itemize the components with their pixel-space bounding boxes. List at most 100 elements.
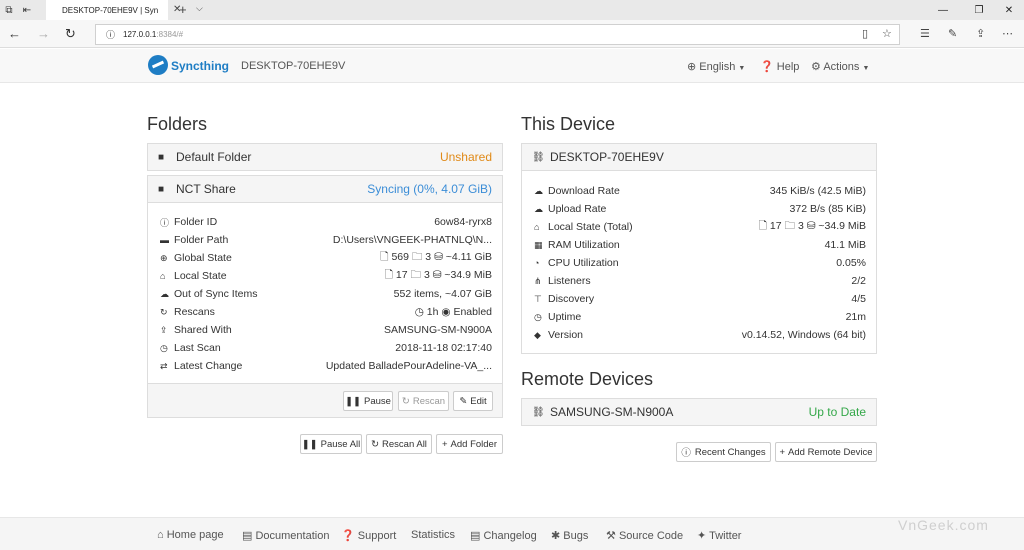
wrench-icon: ⚒ <box>606 530 616 542</box>
rescan-button[interactable]: ↻ Rescan <box>398 391 449 411</box>
desktop-icon: ⛓ <box>532 406 545 418</box>
out-of-sync-link[interactable]: 552 items, ~4.07 GiB <box>394 288 492 300</box>
folder-name: NCT Share <box>176 182 236 196</box>
share-icon[interactable]: ⇪ <box>976 27 985 40</box>
syncthing-logo-icon[interactable] <box>148 55 168 75</box>
favorite-star-icon[interactable]: ☆ <box>882 27 892 40</box>
cloud-icon: ☁ <box>160 288 169 299</box>
maximize-icon[interactable]: ❐ <box>962 0 996 20</box>
dashboard-icon: ◔ <box>534 258 540 268</box>
this-device-header[interactable]: ⛓ DESKTOP-70EHE9V <box>522 144 876 171</box>
caret-down-icon: ▼ <box>738 65 746 72</box>
signpost-icon: ⊤ <box>534 293 542 304</box>
this-device-panel: ⛓ DESKTOP-70EHE9V ☁ Download Rate 345 KiB/… <box>521 143 877 354</box>
twitter-icon: ✦ <box>697 530 707 542</box>
refresh-icon: ↻ <box>160 306 168 317</box>
recent-changes-button[interactable]: ⓘ Recent Changes <box>676 442 771 462</box>
twitter-link[interactable]: ✦ Twitter <box>697 529 741 542</box>
folder-status: Syncing (0%, 4.07 GiB) <box>367 182 492 196</box>
more-menu-icon[interactable]: ⋯ <box>1002 27 1013 40</box>
default-folder-panel[interactable]: ■ Default Folder Unshared <box>147 143 503 171</box>
question-circle-icon: ❓ <box>341 530 355 542</box>
favorites-list-icon[interactable]: ☰ <box>920 27 930 40</box>
pause-all-button[interactable]: ❚❚ Pause All <box>300 434 362 454</box>
tab-actions-icon[interactable]: ⧉ <box>0 0 18 20</box>
statistics-link[interactable]: Statistics <box>411 529 455 541</box>
local-state-row: ⌂ Local State 🗋 17 🗀 3 ⛁ ~34.9 MiB <box>160 269 492 282</box>
minimize-icon[interactable]: — <box>926 0 960 20</box>
local-state-total-row: ⌂ Local State (Total) 🗋 17 🗀 3 ⛁ ~34.9 MiB <box>534 220 866 233</box>
uptime-row: ◷ Uptime 21m <box>534 311 866 323</box>
bug-icon: ✱ <box>551 530 561 542</box>
refresh-icon: ↻ <box>401 395 410 407</box>
support-link[interactable]: ❓ Support <box>341 529 396 542</box>
refresh-icon[interactable]: ↻ <box>65 26 76 42</box>
navbar-device-name: DESKTOP-70EHE9V <box>241 60 346 72</box>
edit-button[interactable]: ✎ Edit <box>453 391 493 411</box>
sitemap-icon: ⛓ <box>532 151 545 163</box>
brand-name[interactable]: Syncthing <box>171 59 229 73</box>
back-arrow-icon[interactable]: ← <box>8 26 21 41</box>
home-page-link[interactable]: ⌂ Home page <box>157 529 224 541</box>
info-icon: ⓘ <box>106 30 116 40</box>
sitemap-icon: ⋔ <box>534 275 542 286</box>
cloud-upload-icon: ☁ <box>534 203 543 214</box>
url-input[interactable]: ⓘ 127.0.0.1:8384/# <box>95 24 900 45</box>
out-of-sync-row: ☁ Out of Sync Items 552 items, ~4.07 GiB <box>160 288 492 300</box>
add-folder-button[interactable]: + Add Folder <box>436 434 503 454</box>
last-scan-row: ◷ Last Scan 2018-11-18 02:17:40 <box>160 342 492 354</box>
add-remote-device-button[interactable]: + Add Remote Device <box>775 442 877 462</box>
reading-view-icon[interactable]: ▯ <box>862 27 868 40</box>
caret-down-icon: ▼ <box>862 65 870 72</box>
clock-icon: ◷ <box>534 311 542 322</box>
plus-icon: + <box>441 438 448 450</box>
remote-device-panel[interactable]: ⛓ SAMSUNG-SM-N900A Up to Date <box>521 398 877 426</box>
documentation-link[interactable]: ▤ Documentation <box>242 529 329 542</box>
tab-list-chevron-icon[interactable]: ⌵ <box>196 3 203 14</box>
globe-icon: ⊕ <box>160 252 168 263</box>
language-menu[interactable]: ⊕ English ▼ <box>687 60 745 73</box>
new-tab-icon[interactable]: + <box>179 2 187 17</box>
rescan-all-button[interactable]: ↻ Rescan All <box>366 434 432 454</box>
nct-share-header[interactable]: ■ NCT Share Syncing (0%, 4.07 GiB) <box>148 176 502 203</box>
nct-share-footer: ❚❚ Pause ↻ Rescan ✎ Edit <box>148 383 502 417</box>
help-link[interactable]: ❓ Help <box>760 60 799 73</box>
address-bar-area: ← → ↻ ⓘ 127.0.0.1:8384/# ▯ ☆ ☰ ✎ ⇪ ⋯ <box>0 20 1024 48</box>
close-window-icon[interactable]: ✕ <box>992 0 1024 20</box>
notes-pen-icon[interactable]: ✎ <box>948 27 957 40</box>
folder-status: Unshared <box>439 150 492 164</box>
file-text-icon: ▤ <box>470 530 481 542</box>
home-icon: ⌂ <box>160 271 166 281</box>
clock-icon: ◷ <box>160 342 168 353</box>
discovery-status[interactable]: 4/5 <box>851 293 866 305</box>
pause-button[interactable]: ❚❚ Pause <box>343 391 393 411</box>
folder-open-icon: ▬ <box>160 235 169 245</box>
pause-icon: ❚❚ <box>301 438 318 450</box>
share-icon: ⇪ <box>160 324 168 335</box>
home-icon: ⌂ <box>534 222 540 232</box>
bugs-link[interactable]: ✱ Bugs <box>551 529 588 542</box>
page-footer: ⌂ Home page ▤ Documentation ❓ Support St… <box>0 517 1024 550</box>
actions-menu[interactable]: ⚙ Actions ▼ <box>811 60 869 73</box>
tabs-aside-icon[interactable]: ⇤ <box>18 0 36 20</box>
changelog-link[interactable]: ▤ Changelog <box>470 529 537 542</box>
remote-devices-heading: Remote Devices <box>521 369 654 389</box>
download-rate-row: ☁ Download Rate 345 KiB/s (42.5 MiB) <box>534 185 866 197</box>
plus-icon: + <box>779 446 786 458</box>
home-icon: ⌂ <box>157 529 164 541</box>
latest-change-row: ⇄ Latest Change Updated BalladePourAdeline… <box>160 360 492 372</box>
cloud-download-icon: ☁ <box>534 185 543 196</box>
source-code-link[interactable]: ⚒ Source Code <box>606 529 683 542</box>
folder-icon: ■ <box>158 183 165 195</box>
cpu-row: ◔ CPU Utilization 0.05% <box>534 257 866 269</box>
globe-icon: ⊕ <box>687 61 697 73</box>
listeners-status[interactable]: 2/2 <box>851 275 866 287</box>
device-name: DESKTOP-70EHE9V <box>550 150 664 164</box>
global-state-row: ⊕ Global State 🗋 569 🗀 3 ⛁ ~4.11 GiB <box>160 251 492 264</box>
folder-icon: ■ <box>158 151 165 163</box>
forward-arrow-icon[interactable]: → <box>37 26 50 41</box>
watermark: VnGeek.com <box>898 517 989 533</box>
browser-tab[interactable]: DESKTOP-70EHE9V | Syn <box>46 0 168 20</box>
url-host: 127.0.0.1 <box>123 30 157 39</box>
question-circle-icon: ❓ <box>760 61 774 73</box>
